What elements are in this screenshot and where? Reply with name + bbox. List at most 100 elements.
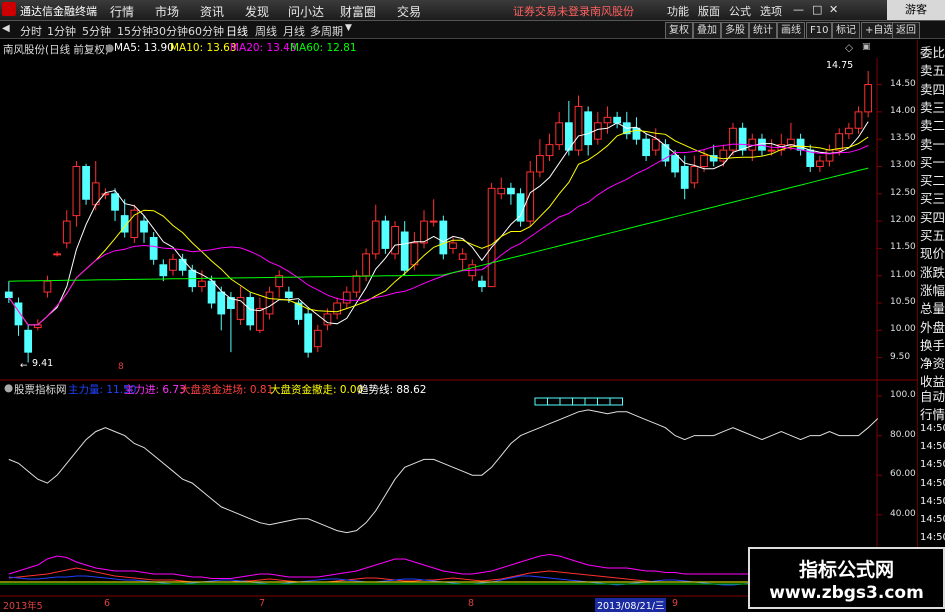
side-panel-item[interactable]: 涨幅	[920, 280, 945, 299]
close-icon[interactable]: ✕	[829, 3, 838, 16]
back-icon[interactable]: ◀	[2, 23, 10, 34]
candle[interactable]	[140, 215, 148, 243]
candle[interactable]	[738, 122, 747, 156]
candle[interactable]	[816, 155, 824, 172]
candle[interactable]	[275, 270, 284, 298]
candle[interactable]	[149, 232, 158, 265]
adjust-button[interactable]: 复权	[665, 22, 693, 39]
tab-period-5min[interactable]: 5分钟	[82, 23, 111, 39]
candle[interactable]	[613, 111, 622, 129]
guest-button[interactable]: 游客	[887, 0, 945, 20]
candle[interactable]	[342, 286, 351, 309]
multi-stock-button[interactable]: 多股	[721, 22, 749, 39]
return-button[interactable]: 返回	[892, 22, 920, 39]
candle[interactable]	[101, 188, 110, 200]
candle[interactable]	[564, 100, 573, 156]
candle[interactable]	[854, 106, 863, 134]
mark-button[interactable]: 标记	[832, 22, 860, 39]
candle[interactable]	[507, 182, 515, 205]
candle[interactable]	[545, 133, 554, 162]
side-panel-time-item[interactable]: 14:50	[920, 532, 945, 543]
tab-period-1min[interactable]: 1分钟	[47, 23, 76, 39]
tab-period-intraday[interactable]: 分时	[20, 23, 42, 39]
side-panel-time-item[interactable]: 14:50	[920, 441, 945, 452]
candle[interactable]	[304, 308, 313, 358]
candle[interactable]	[864, 70, 873, 118]
side-panel-item[interactable]: 卖二	[920, 115, 945, 134]
side-panel-item[interactable]: 买二	[920, 170, 945, 189]
candle[interactable]	[497, 177, 506, 200]
side-panel-item[interactable]: 涨跌	[920, 262, 945, 281]
menu-news[interactable]: 资讯	[200, 3, 224, 20]
side-panel-item[interactable]: 买五	[920, 225, 945, 244]
menu-wealth[interactable]: 财富圈	[340, 3, 376, 20]
menu-market[interactable]: 市场	[155, 3, 179, 20]
candle[interactable]	[709, 144, 718, 167]
side-panel-time-item[interactable]: 14:50	[920, 423, 945, 434]
side-panel-time-item[interactable]: 14:50	[920, 514, 945, 525]
candle[interactable]	[487, 182, 496, 288]
indicator-name[interactable]: 股票指标网	[14, 382, 67, 397]
side-panel-item[interactable]: 买四	[920, 207, 945, 226]
candle[interactable]	[72, 161, 81, 227]
candle[interactable]	[584, 106, 593, 156]
side-panel-time-item[interactable]: 14:50	[920, 478, 945, 489]
candle[interactable]	[43, 275, 52, 298]
menu-trade[interactable]: 交易	[397, 3, 421, 20]
tab-period-30min[interactable]: 30分钟	[152, 23, 188, 39]
side-panel-time-item[interactable]: 14:50	[920, 459, 945, 470]
candle[interactable]	[400, 221, 409, 276]
candle[interactable]	[787, 122, 795, 151]
candle[interactable]	[478, 275, 486, 293]
tab-period-60min[interactable]: 60分钟	[188, 23, 224, 39]
side-panel-item[interactable]: 卖一	[920, 134, 945, 153]
candle[interactable]	[236, 286, 245, 325]
candle[interactable]	[758, 133, 766, 156]
candle[interactable]	[352, 270, 361, 298]
candle[interactable]	[371, 204, 380, 260]
candle[interactable]	[255, 297, 264, 334]
menu-quotes[interactable]: 行情	[110, 3, 134, 20]
candle[interactable]	[227, 292, 235, 353]
side-panel-item[interactable]: 委比	[920, 42, 945, 61]
chart-area[interactable]	[0, 40, 917, 609]
candle[interactable]	[642, 133, 650, 162]
side-panel-item[interactable]: 现价	[920, 243, 945, 262]
menu-function[interactable]: 功能	[667, 3, 689, 19]
candle[interactable]	[82, 163, 90, 205]
candle[interactable]	[53, 251, 61, 257]
candle[interactable]	[381, 215, 390, 254]
candle[interactable]	[439, 215, 448, 260]
candle[interactable]	[333, 297, 341, 320]
candle[interactable]	[777, 133, 786, 156]
candle[interactable]	[24, 324, 33, 363]
side-panel-time-item[interactable]: 自动	[920, 386, 945, 405]
menu-ask[interactable]: 问小达	[288, 3, 324, 20]
login-notice[interactable]: 证券交易未登录	[513, 3, 590, 19]
candle[interactable]	[536, 139, 544, 178]
side-panel-item[interactable]: 买三	[920, 188, 945, 207]
candle[interactable]	[844, 122, 853, 140]
side-panel-item[interactable]: 卖四	[920, 79, 945, 98]
candle[interactable]	[120, 199, 129, 238]
candle[interactable]	[62, 210, 71, 249]
maximize-icon[interactable]: □	[812, 3, 822, 16]
menu-formula[interactable]: 公式	[729, 3, 751, 19]
draw-button[interactable]: 画线	[777, 22, 805, 39]
candle[interactable]	[680, 155, 689, 200]
minimize-icon[interactable]: —	[793, 3, 804, 16]
candle[interactable]	[429, 199, 438, 227]
side-panel-item[interactable]: 卖五	[920, 60, 945, 79]
side-panel-item[interactable]: 净资	[920, 353, 945, 372]
candle[interactable]	[313, 324, 322, 353]
candle[interactable]	[169, 253, 177, 276]
side-panel-item[interactable]: 总量	[920, 298, 945, 317]
candle[interactable]	[516, 188, 525, 227]
candle[interactable]	[458, 248, 467, 271]
tab-period-15min[interactable]: 15分钟	[117, 23, 153, 39]
f10-button[interactable]: F10	[806, 22, 833, 39]
candle[interactable]	[622, 111, 631, 140]
candle[interactable]	[574, 95, 583, 156]
menu-discover[interactable]: 发现	[245, 3, 269, 20]
more-periods-icon[interactable]: ▼	[345, 23, 352, 33]
